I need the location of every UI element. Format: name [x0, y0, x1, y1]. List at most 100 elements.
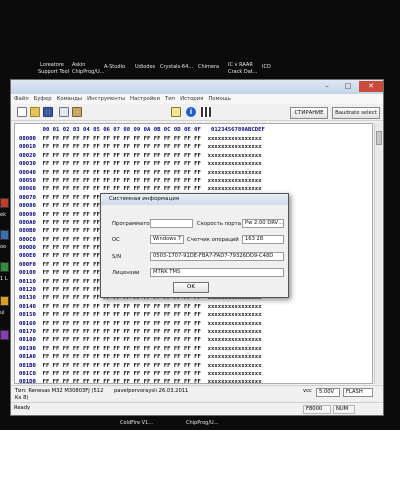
desktop-icon-label[interactable]: 1 L [0, 276, 8, 282]
hex-row[interactable]: 00020 FF FF FF FF FF FF FF FF FF FF FF F… [19, 152, 262, 160]
hex-row[interactable]: 00190 FF FF FF FF FF FF FF FF FF FF FF F… [19, 345, 262, 353]
hex-ascii[interactable]: xxxxxxxxxxxxxxxx [208, 379, 262, 383]
hex-row[interactable]: 001A0 FF FF FF FF FF FF FF FF FF FF FF F… [19, 353, 262, 361]
hex-row[interactable]: 00000 FF FF FF FF FF FF FF FF FF FF FF F… [19, 135, 262, 143]
hex-bytes[interactable]: FF FF FF FF FF FF FF FF FF FF FF FF FF F… [36, 170, 208, 176]
desktop-icon-label[interactable]: IC v RAAR [228, 62, 253, 68]
hex-ascii[interactable]: xxxxxxxxxxxxxxxx [208, 337, 262, 343]
desktop-app-icon[interactable] [0, 262, 9, 272]
vertical-scrollbar[interactable] [374, 123, 382, 384]
ok-button[interactable]: OK [173, 282, 209, 293]
hex-bytes[interactable]: FF FF FF FF FF FF FF FF FF FF FF FF FF F… [36, 321, 208, 327]
hex-row[interactable]: 001C0 FF FF FF FF FF FF FF FF FF FF FF F… [19, 370, 262, 378]
desktop-icon-label[interactable]: ChipProg/U... [186, 420, 218, 426]
hex-bytes[interactable]: FF FF FF FF FF FF FF FF FF FF FF FF FF F… [36, 178, 208, 184]
hex-bytes[interactable]: FF FF FF FF FF FF FF FF FF FF FF FF FF F… [36, 304, 208, 310]
vcc-select[interactable]: 5.00V [316, 388, 340, 397]
hex-row[interactable]: 00010 FF FF FF FF FF FF FF FF FF FF FF F… [19, 143, 262, 151]
new-file-icon[interactable] [17, 107, 27, 117]
hex-ascii[interactable]: xxxxxxxxxxxxxxxx [208, 354, 262, 360]
hex-row[interactable]: 00170 FF FF FF FF FF FF FF FF FF FF FF F… [19, 328, 262, 336]
desktop-app-icon[interactable] [0, 198, 9, 208]
hex-row[interactable]: 00050 FF FF FF FF FF FF FF FF FF FF FF F… [19, 177, 262, 185]
desktop-icon-label[interactable]: ul [0, 310, 5, 316]
hex-bytes[interactable]: FF FF FF FF FF FF FF FF FF FF FF FF FF F… [36, 161, 208, 167]
baudrate-select-button[interactable]: Baudrate select [332, 107, 380, 119]
menu-help[interactable]: Помощь [208, 96, 231, 102]
desktop-app-icon[interactable] [0, 230, 9, 240]
menu-file[interactable]: Файл [14, 96, 29, 102]
hex-ascii[interactable]: xxxxxxxxxxxxxxxx [208, 161, 262, 167]
desktop-icon-label[interactable]: Udiodes [135, 64, 155, 70]
desktop-icon-label[interactable]: Crack Dat... [228, 69, 258, 75]
hex-bytes[interactable]: FF FF FF FF FF FF FF FF FF FF FF FF FF F… [36, 346, 208, 352]
open-folder-icon[interactable] [30, 107, 40, 117]
hex-ascii[interactable]: xxxxxxxxxxxxxxxx [208, 312, 262, 318]
hex-bytes[interactable]: FF FF FF FF FF FF FF FF FF FF FF FF FF F… [36, 379, 208, 383]
hex-ascii[interactable]: xxxxxxxxxxxxxxxx [208, 153, 262, 159]
hex-bytes[interactable]: FF FF FF FF FF FF FF FF FF FF FF FF FF F… [36, 153, 208, 159]
menu-history[interactable]: История [180, 96, 203, 102]
menu-tools[interactable]: Инструменты [87, 96, 125, 102]
hex-ascii[interactable]: xxxxxxxxxxxxxxxx [208, 321, 262, 327]
desktop-icon-label[interactable]: Askin [72, 62, 85, 68]
desktop-app-icon[interactable] [0, 296, 9, 306]
hex-bytes[interactable]: FF FF FF FF FF FF FF FF FF FF FF FF FF F… [36, 337, 208, 343]
hex-ascii[interactable]: xxxxxxxxxxxxxxxx [208, 170, 262, 176]
info-icon[interactable]: i [186, 107, 196, 117]
menu-buffer[interactable]: Буфер [34, 96, 52, 102]
hex-row[interactable]: 001B0 FF FF FF FF FF FF FF FF FF FF FF F… [19, 362, 262, 370]
hex-ascii[interactable]: xxxxxxxxxxxxxxxx [208, 304, 262, 310]
hex-ascii[interactable]: xxxxxxxxxxxxxxxx [208, 371, 262, 377]
menu-type[interactable]: Тип [165, 96, 175, 102]
hex-ascii[interactable]: xxxxxxxxxxxxxxxx [208, 136, 262, 142]
hex-bytes[interactable]: FF FF FF FF FF FF FF FF FF FF FF FF FF F… [36, 136, 208, 142]
desktop-icon-label[interactable]: oo [0, 244, 6, 250]
hex-ascii[interactable]: xxxxxxxxxxxxxxxx [208, 329, 262, 335]
scrollbar-thumb[interactable] [376, 131, 382, 145]
window-titlebar[interactable]: – □ ✕ [11, 80, 383, 94]
paste-icon[interactable] [72, 107, 82, 117]
hex-bytes[interactable]: FF FF FF FF FF FF FF FF FF FF FF FF FF F… [36, 354, 208, 360]
hex-bytes[interactable]: FF FF FF FF FF FF FF FF FF FF FF FF FF F… [36, 363, 208, 369]
desktop-icon-label[interactable]: Chimera [198, 64, 219, 70]
hex-ascii[interactable]: xxxxxxxxxxxxxxxx [208, 178, 262, 184]
desktop-icon-label[interactable]: Support Tool [38, 69, 69, 75]
chip-icon[interactable] [171, 107, 181, 117]
mode-select[interactable]: FLASH [343, 388, 373, 397]
desktop-icon-label[interactable]: Loreatore [40, 62, 64, 68]
desktop-app-icon[interactable] [0, 330, 9, 340]
hex-ascii[interactable]: xxxxxxxxxxxxxxxx [208, 363, 262, 369]
menu-commands[interactable]: Команды [57, 96, 83, 102]
hex-ascii[interactable]: xxxxxxxxxxxxxxxx [208, 346, 262, 352]
hex-row[interactable]: 00140 FF FF FF FF FF FF FF FF FF FF FF F… [19, 303, 262, 311]
desktop-icon-label[interactable]: A-Studio [104, 64, 125, 70]
desktop-icon-label[interactable]: Crystals-64... [160, 64, 193, 70]
hex-row[interactable]: 00040 FF FF FF FF FF FF FF FF FF FF FF F… [19, 169, 262, 177]
erase-button[interactable]: СТИРАНИЕ [290, 107, 328, 119]
desktop-icon-label[interactable]: ChipProg/U... [72, 69, 104, 75]
hex-row[interactable]: 001D0 FF FF FF FF FF FF FF FF FF FF FF F… [19, 378, 262, 383]
desktop-icon-label[interactable]: ek [0, 212, 6, 218]
hex-address: 00090 [19, 211, 36, 218]
hex-ascii[interactable]: xxxxxxxxxxxxxxxx [208, 144, 262, 150]
menu-settings[interactable]: Настройки [130, 96, 160, 102]
close-button[interactable]: ✕ [359, 81, 383, 92]
desktop-icon-label[interactable]: ColdFire V1... [120, 420, 153, 426]
hex-ascii[interactable]: xxxxxxxxxxxxxxxx [208, 186, 262, 192]
copy-icon[interactable] [59, 107, 69, 117]
hex-bytes[interactable]: FF FF FF FF FF FF FF FF FF FF FF FF FF F… [36, 371, 208, 377]
hex-row[interactable]: 00160 FF FF FF FF FF FF FF FF FF FF FF F… [19, 320, 262, 328]
maximize-button[interactable]: □ [338, 81, 358, 92]
hex-row[interactable]: 00150 FF FF FF FF FF FF FF FF FF FF FF F… [19, 311, 262, 319]
hex-row[interactable]: 00030 FF FF FF FF FF FF FF FF FF FF FF F… [19, 160, 262, 168]
hex-bytes[interactable]: FF FF FF FF FF FF FF FF FF FF FF FF FF F… [36, 329, 208, 335]
hex-bytes[interactable]: FF FF FF FF FF FF FF FF FF FF FF FF FF F… [36, 144, 208, 150]
desktop-icon-label[interactable]: ICD [262, 64, 271, 70]
hex-bytes[interactable]: FF FF FF FF FF FF FF FF FF FF FF FF FF F… [36, 186, 208, 192]
hex-bytes[interactable]: FF FF FF FF FF FF FF FF FF FF FF FF FF F… [36, 312, 208, 318]
hex-row[interactable]: 00180 FF FF FF FF FF FF FF FF FF FF FF F… [19, 336, 262, 344]
save-icon[interactable] [43, 107, 53, 117]
grid-icon[interactable] [201, 107, 211, 117]
minimize-button[interactable]: – [317, 81, 337, 92]
